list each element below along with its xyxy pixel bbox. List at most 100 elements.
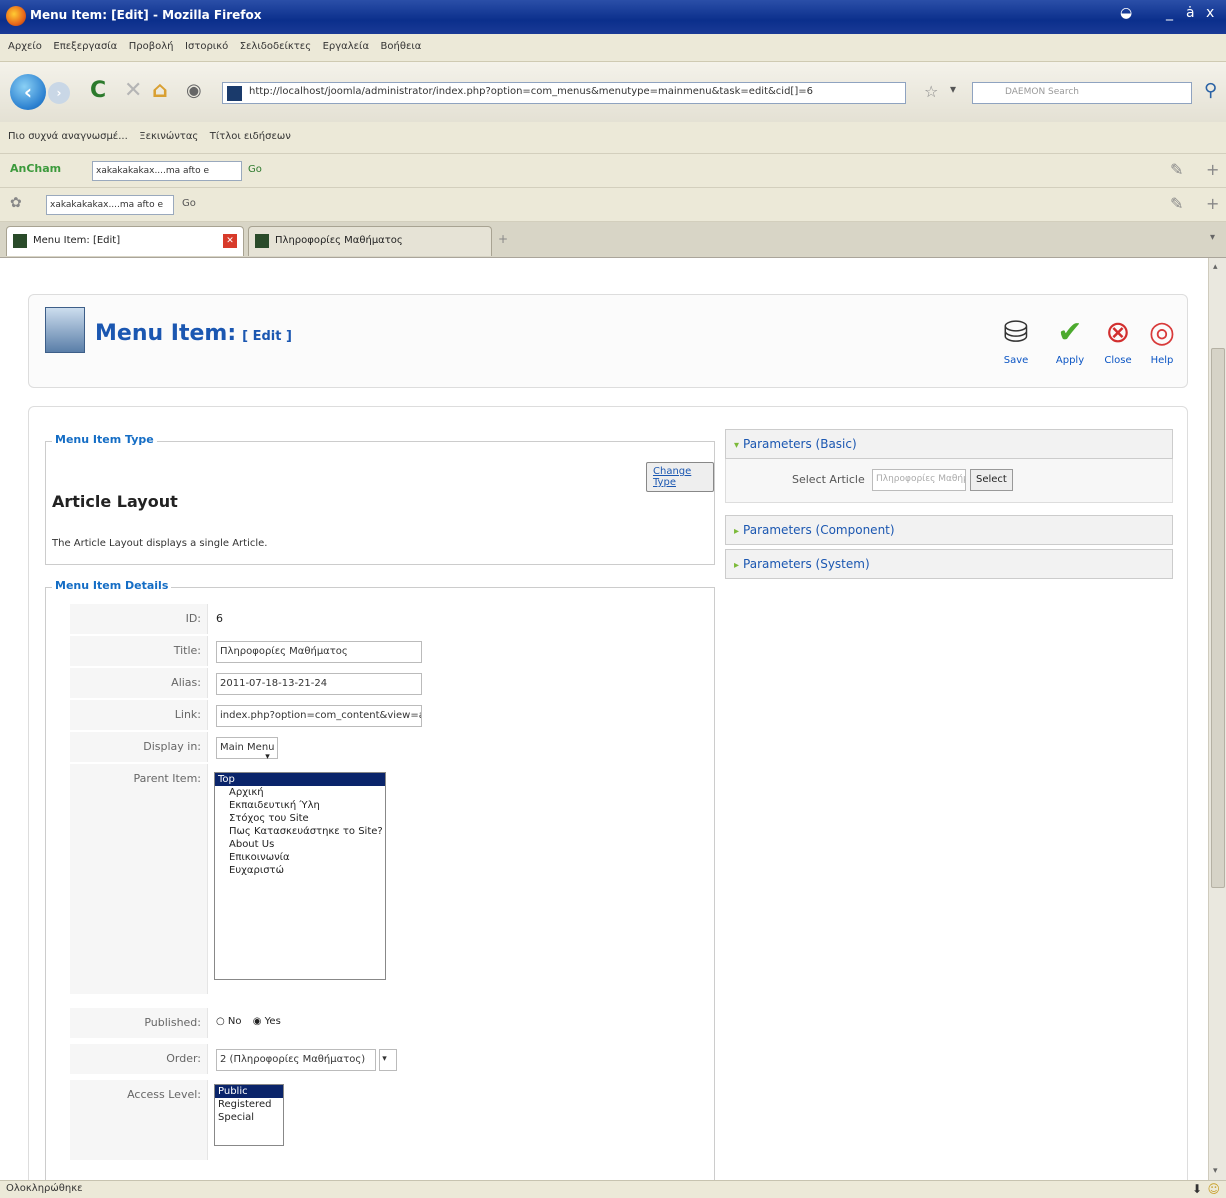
expanded-arrow-icon: ▾ <box>734 440 740 451</box>
published-no-label: No <box>227 1016 242 1027</box>
close-button[interactable]: ⊗ Close <box>1093 313 1143 366</box>
published-yes-radio[interactable]: ◉ <box>253 1016 262 1027</box>
help-icon: ◎ <box>1148 315 1176 350</box>
close-tab-icon[interactable]: ✕ <box>223 234 237 248</box>
chevron-down-icon[interactable]: ▾ <box>379 1049 398 1071</box>
parameters-system-header[interactable]: ▸ Parameters (System) <box>725 549 1173 579</box>
access-level-listbox[interactable]: Public Registered Special <box>214 1084 284 1146</box>
page-title: Menu Item: [ Edit ] <box>95 321 292 346</box>
new-tab-icon[interactable]: + <box>498 232 508 246</box>
menu-file[interactable]: Αρχείο <box>8 41 42 52</box>
url-text: http://localhost/joomla/administrator/in… <box>249 86 813 97</box>
list-item[interactable]: Special <box>215 1111 283 1124</box>
page-scrollbar[interactable]: ▴ ▾ <box>1208 258 1226 1180</box>
collapsed-arrow-icon: ▸ <box>734 560 740 571</box>
parameters-component-label: Parameters (Component) <box>743 523 895 537</box>
firefox-icon <box>6 6 26 26</box>
list-item[interactable]: Στόχος του Site <box>215 812 385 825</box>
parameters-component-header[interactable]: ▸ Parameters (Component) <box>725 515 1173 545</box>
extension-icon[interactable]: ◉ <box>186 80 202 101</box>
published-no-radio[interactable]: ○ <box>216 1016 225 1027</box>
addon-go-button-2[interactable]: Go <box>182 198 196 209</box>
list-item[interactable]: Εκπαιδευτική Ύλη <box>215 799 385 812</box>
add-icon[interactable]: + <box>1206 160 1219 179</box>
search-icon[interactable]: ⚲ <box>1204 80 1217 101</box>
select-article-button[interactable]: Select <box>970 469 1013 491</box>
list-item[interactable]: Top <box>215 773 385 786</box>
bookmarks-toolbar: Πιο συχνά αναγνωσμέ... Ξεκινώντας Τίτλοι… <box>0 122 1226 154</box>
tab-label: Menu Item: [Edit] <box>33 235 121 246</box>
tab-label-2: Πληροφορίες Μαθήματος <box>275 235 403 246</box>
help-button[interactable]: ◎ Help <box>1137 313 1187 366</box>
forward-button[interactable]: › <box>48 82 70 104</box>
scroll-up-icon[interactable]: ▴ <box>1213 262 1218 272</box>
title-field[interactable]: Πληροφορίες Μαθήματος <box>216 641 422 663</box>
menu-view[interactable]: Προβολή <box>129 41 174 52</box>
apply-button[interactable]: ✔ Apply <box>1045 313 1095 366</box>
parent-item-row: Parent Item: Top Αρχική Εκπαιδευτική Ύλη… <box>70 764 630 994</box>
url-bar[interactable]: http://localhost/joomla/administrator/in… <box>222 82 906 104</box>
menu-help[interactable]: Βοήθεια <box>381 41 422 52</box>
list-item[interactable]: Ευχαριστώ <box>215 864 385 877</box>
display-row: Display in: Main Menu ▾ <box>70 732 630 762</box>
status-text: Ολοκληρώθηκε <box>6 1183 83 1194</box>
site-favicon <box>227 86 242 101</box>
bookmark-headlines[interactable]: Τίτλοι ειδήσεων <box>210 131 291 142</box>
save-button[interactable]: ⛁ Save <box>991 313 1041 366</box>
wrench-icon[interactable]: ✎ <box>1170 160 1183 179</box>
url-dropdown-icon[interactable]: ▾ <box>950 82 956 96</box>
alias-field[interactable]: 2011-07-18-13-21-24 <box>216 673 422 695</box>
wrench-icon-2[interactable]: ✎ <box>1170 194 1183 213</box>
edit-form: Menu Item Type Change Type Article Layou… <box>28 406 1188 1180</box>
tab-course-info[interactable]: Πληροφορίες Μαθήματος <box>248 226 492 256</box>
reload-icon[interactable]: C <box>90 78 106 103</box>
menu-history[interactable]: Ιστορικό <box>185 41 228 52</box>
menu-tools[interactable]: Εργαλεία <box>323 41 369 52</box>
menubar: Αρχείο Επεξεργασία Προβολή Ιστορικό Σελι… <box>0 34 1226 62</box>
firefox-globe-icon: ◒ <box>1120 5 1133 21</box>
page-content: Menu Item: [ Edit ] ⛁ Save ✔ Apply ⊗ Clos… <box>0 258 1208 1180</box>
bookmark-most-visited[interactable]: Πιο συχνά αναγνωσμέ... <box>8 131 128 142</box>
maximize-button[interactable]: ȧ <box>1186 5 1195 21</box>
published-row: Published: ○ No ◉ Yes <box>70 1008 630 1038</box>
scrollbar-thumb[interactable] <box>1211 348 1225 888</box>
parameters-basic-header[interactable]: ▾ Parameters (Basic) <box>725 429 1173 459</box>
close-window-button[interactable]: x <box>1206 5 1214 21</box>
list-item[interactable]: Public <box>215 1085 283 1098</box>
back-button[interactable]: ‹ <box>10 74 46 110</box>
list-item[interactable]: Πως Κατασκευάστηκε το Site? <box>215 825 385 838</box>
addon-search-field-2[interactable]: xakakakakax....ma afto e <box>46 195 174 215</box>
addon-logo-icon-2: ✿ <box>10 195 22 211</box>
bookmark-getting-started[interactable]: Ξεκινώντας <box>139 131 198 142</box>
home-icon[interactable]: ⌂ <box>152 78 168 103</box>
parent-item-listbox[interactable]: Top Αρχική Εκπαιδευτική Ύλη Στόχος του S… <box>214 772 386 980</box>
menu-edit[interactable]: Επεξεργασία <box>53 41 117 52</box>
change-type-button[interactable]: Change Type <box>646 462 714 492</box>
addon-search-field-1[interactable]: xakakakakax....ma afto e <box>92 161 242 181</box>
list-item[interactable]: Registered <box>215 1098 283 1111</box>
list-all-tabs-icon[interactable]: ▾ <box>1210 232 1215 243</box>
list-item[interactable]: About Us <box>215 838 385 851</box>
download-icon[interactable]: ⬇ <box>1192 1182 1202 1196</box>
order-select[interactable]: 2 (Πληροφορίες Μαθήματος) <box>216 1049 376 1071</box>
list-item[interactable]: Αρχική <box>215 786 385 799</box>
addon-go-button-1[interactable]: Go <box>248 164 262 175</box>
tab-menu-item-edit[interactable]: Menu Item: [Edit] ✕ <box>6 226 244 256</box>
scroll-down-icon[interactable]: ▾ <box>1213 1166 1218 1176</box>
collapsed-arrow-icon: ▸ <box>734 526 740 537</box>
select-article-label: Select Article <box>792 473 865 486</box>
add-icon-2[interactable]: + <box>1206 194 1219 213</box>
access-level-row: Access Level: Public Registered Special <box>70 1080 630 1160</box>
order-row: Order: 2 (Πληροφορίες Μαθήματος) ▾ <box>70 1044 630 1074</box>
list-item[interactable]: Επικοινωνία <box>215 851 385 864</box>
minimize-button[interactable]: _ <box>1166 5 1173 21</box>
help-label: Help <box>1150 355 1174 366</box>
menu-bookmarks[interactable]: Σελιδοδείκτες <box>240 41 311 52</box>
stop-icon[interactable]: ✕ <box>124 78 142 103</box>
bookmark-star-icon[interactable]: ☆ <box>924 82 938 101</box>
alias-row: Alias: 2011-07-18-13-21-24 <box>70 668 630 698</box>
id-row: ID: 6 <box>70 604 630 634</box>
search-input[interactable]: DAEMON Search <box>972 82 1192 104</box>
apply-icon: ✔ <box>1057 315 1083 350</box>
addon-status-icon[interactable]: ☺ <box>1207 1182 1220 1196</box>
